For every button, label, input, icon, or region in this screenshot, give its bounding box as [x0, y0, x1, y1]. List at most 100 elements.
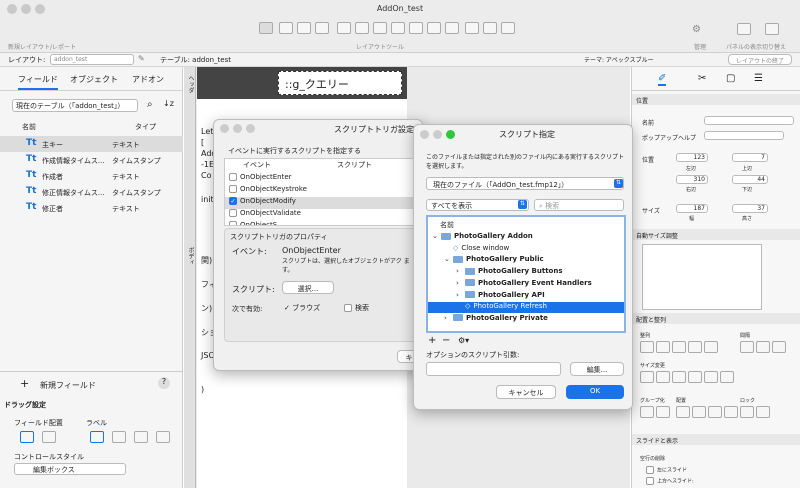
event-row[interactable]: OnObjectValidate — [225, 209, 421, 221]
arrange-tool-icon[interactable] — [704, 341, 718, 353]
appearance-tab-icon[interactable]: ▢ — [726, 73, 735, 84]
arrange-tool-icon[interactable] — [756, 406, 770, 418]
tab-objects[interactable]: オブジェクト — [70, 74, 118, 85]
label-left-icon[interactable] — [134, 431, 148, 443]
arrange-tool-icon[interactable] — [656, 406, 670, 418]
sort-icon[interactable]: ↓z — [163, 99, 174, 108]
exit-layout-button[interactable]: レイアウトの終了 — [728, 54, 792, 65]
event-row[interactable]: ✓ OnObjectModify — [225, 197, 421, 209]
left-input[interactable]: 7 — [732, 153, 768, 162]
tree-folder-row[interactable]: › PhotoGallery Event Handlers — [428, 279, 624, 290]
horizontal-placement-icon[interactable] — [42, 431, 56, 443]
file-select-chevron-icon[interactable]: ⇅ — [614, 179, 623, 188]
arrange-tool-icon[interactable] — [688, 341, 702, 353]
arrange-tool-icon[interactable] — [724, 406, 738, 418]
popover-tool-icon[interactable] — [373, 22, 387, 34]
chart-tool-icon[interactable] — [427, 22, 441, 34]
arrange-tool-icon[interactable] — [640, 371, 654, 383]
chevron-right-icon[interactable]: › — [456, 291, 465, 299]
tab-fields[interactable]: フィールド — [18, 74, 58, 90]
pencil-icon[interactable]: ✎ — [138, 54, 145, 63]
layout-select[interactable]: addon_test — [50, 54, 134, 65]
file-select[interactable]: 現在のファイル（「AddOn_test.fmp12」） — [426, 177, 624, 190]
gear-icon[interactable]: ⚙ — [692, 24, 701, 35]
arrange-tool-icon[interactable] — [640, 341, 654, 353]
event-checkbox[interactable] — [229, 221, 237, 225]
field-tool-icon[interactable] — [337, 22, 351, 34]
new-layout-label[interactable]: 新規レイアウト/レポート — [8, 42, 76, 51]
event-row[interactable]: OnObjectEnter — [225, 173, 421, 185]
remove-script-button[interactable]: − — [442, 335, 450, 346]
panel-left-icon[interactable] — [737, 23, 751, 35]
search-icon[interactable]: ⌕ — [147, 99, 153, 110]
tree-script-row[interactable]: ◇ Close window — [428, 244, 624, 255]
arrange-tool-icon[interactable] — [704, 371, 718, 383]
button-tool-icon[interactable] — [355, 22, 369, 34]
filter-chevron-icon[interactable]: ⇅ — [518, 200, 527, 209]
script-search-input[interactable]: ⌕ 検索 — [534, 199, 624, 211]
field-row[interactable]: Tt 修正者 テキスト — [0, 200, 183, 216]
panel-right-icon[interactable] — [765, 23, 779, 35]
name-input[interactable] — [704, 116, 794, 125]
label-top-icon[interactable] — [112, 431, 126, 443]
arrange-tool-icon[interactable] — [708, 406, 722, 418]
plus-icon[interactable]: + — [20, 377, 29, 390]
tree-folder-row[interactable]: › PhotoGallery API — [428, 291, 624, 302]
slide-section[interactable]: スライドと表示 — [632, 434, 800, 445]
trigger-zoom-button[interactable] — [246, 124, 255, 133]
event-checkbox[interactable] — [229, 173, 237, 181]
arrange-tool-icon[interactable] — [740, 341, 754, 353]
chevron-right-icon[interactable]: › — [444, 314, 453, 322]
autosize-section[interactable]: 自動サイズ調整 — [632, 229, 800, 240]
help-button[interactable]: ? — [158, 377, 170, 389]
text-tool-icon[interactable] — [279, 22, 293, 34]
vertical-placement-icon[interactable] — [20, 431, 34, 443]
right-input[interactable]: 310 — [676, 175, 708, 184]
arrange-tool-icon[interactable] — [676, 406, 690, 418]
add-script-button[interactable]: + — [428, 335, 436, 346]
event-checkbox[interactable]: ✓ — [229, 197, 237, 205]
new-field-label[interactable]: 新規フィールド — [40, 380, 96, 391]
bottom-input[interactable]: 44 — [732, 175, 768, 184]
label-right-icon[interactable] — [156, 431, 170, 443]
slide-up-checkbox[interactable]: 上方へスライド: — [646, 477, 694, 485]
chevron-right-icon[interactable]: › — [456, 267, 465, 275]
chevron-right-icon[interactable]: › — [456, 279, 465, 287]
arrange-tool-icon[interactable] — [740, 406, 754, 418]
tab-tool-icon[interactable] — [391, 22, 405, 34]
popover-help-input[interactable] — [704, 131, 784, 140]
arrange-tool-icon[interactable] — [672, 341, 686, 353]
arrange-tool-icon[interactable] — [656, 341, 670, 353]
label-none-icon[interactable] — [90, 431, 104, 443]
position-tab-icon[interactable]: ✐ — [658, 73, 667, 86]
tree-folder-row[interactable]: › PhotoGallery Private — [428, 314, 624, 325]
script-close-button[interactable] — [420, 130, 429, 139]
table-select[interactable]: 現在のテーブル（「addon_test」） — [12, 99, 138, 112]
event-checkbox[interactable] — [229, 185, 237, 193]
browse-checkbox[interactable]: ✓ ブラウズ — [284, 303, 320, 313]
image-tool-icon[interactable] — [483, 22, 497, 34]
field-row[interactable]: Tt 作成者 テキスト — [0, 168, 183, 184]
position-section[interactable]: 位置 — [632, 94, 800, 105]
slide-tool-icon[interactable] — [409, 22, 423, 34]
field-row[interactable]: Tt 修正情報タイムス... タイムスタンプ — [0, 184, 183, 200]
slide-left-checkbox[interactable]: 左にスライド — [646, 466, 687, 474]
rectangle-tool-icon[interactable] — [315, 22, 329, 34]
trigger-minimize-button[interactable] — [233, 124, 242, 133]
autosize-diagram[interactable] — [642, 244, 762, 310]
ok-button[interactable]: OK — [566, 385, 624, 399]
field-row[interactable]: Tt 作成情報タイムス... タイムスタンプ — [0, 152, 183, 168]
tree-folder-row[interactable]: › PhotoGallery Buttons — [428, 267, 624, 278]
data-tab-icon[interactable]: ☰ — [754, 73, 763, 84]
trigger-close-button[interactable] — [220, 124, 229, 133]
arrange-tool-icon[interactable] — [640, 406, 654, 418]
portal-tool-icon[interactable] — [445, 22, 459, 34]
script-param-input[interactable] — [426, 362, 561, 376]
arrange-tool-icon[interactable] — [656, 371, 670, 383]
tree-script-row[interactable]: ◇ PhotoGallery Refresh — [428, 302, 624, 314]
gear-icon[interactable]: ⚙▾ — [458, 336, 469, 345]
arrange-tool-icon[interactable] — [772, 341, 786, 353]
tab-addons[interactable]: アドオン — [132, 74, 164, 85]
body-part-tag[interactable]: ボディ — [186, 247, 195, 265]
arrange-tool-icon[interactable] — [688, 371, 702, 383]
